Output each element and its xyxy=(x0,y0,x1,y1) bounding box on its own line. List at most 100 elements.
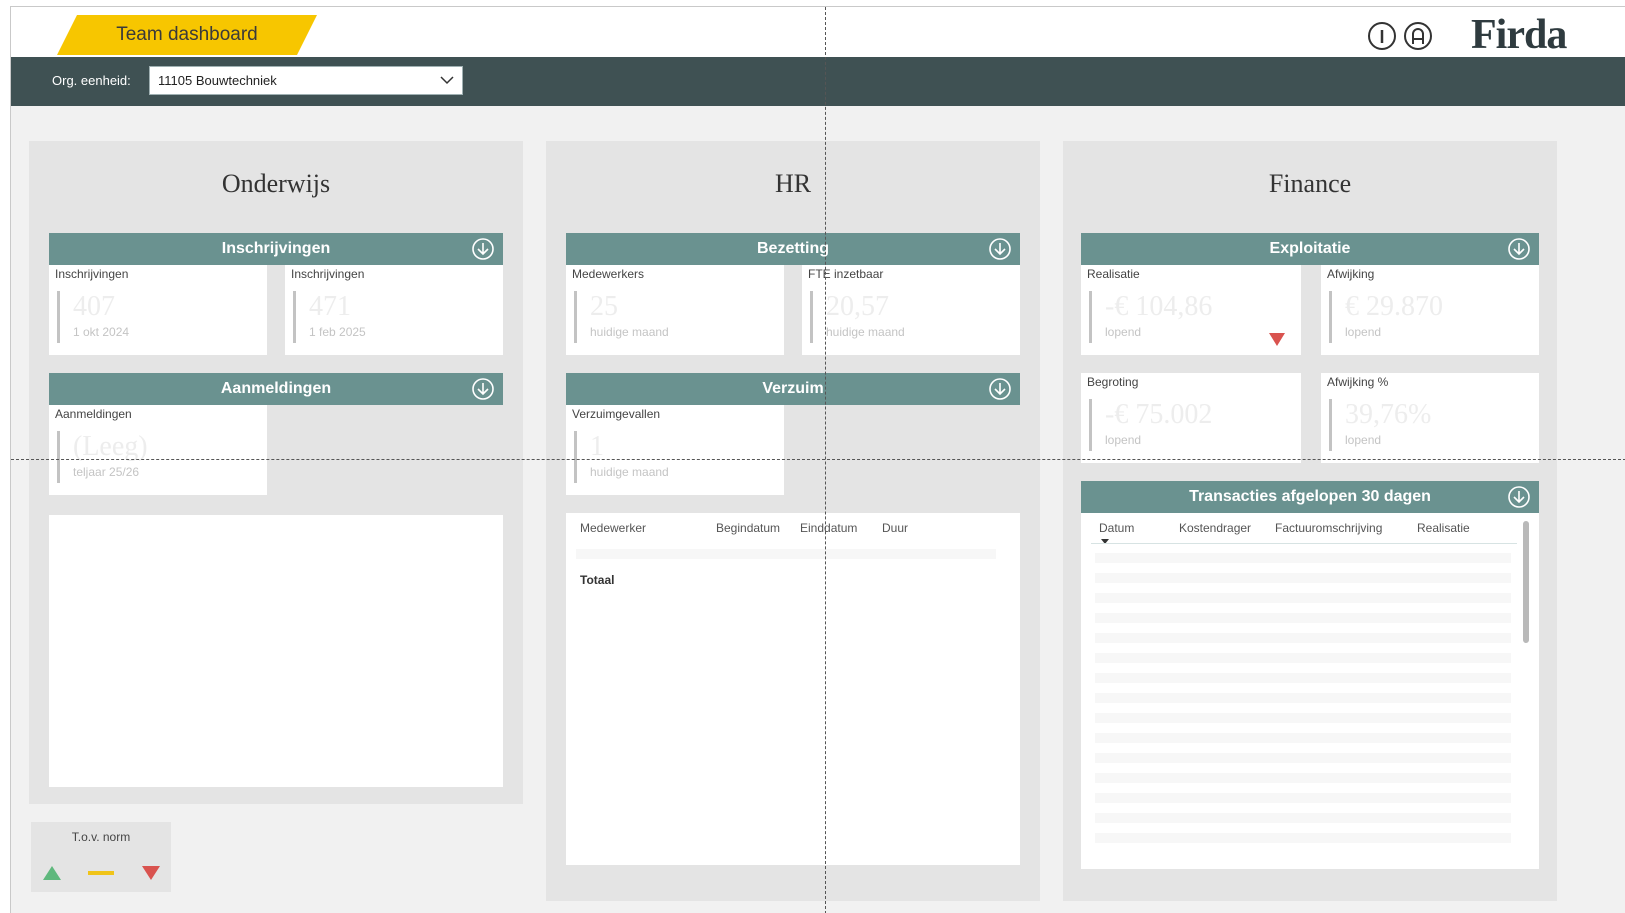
table-row[interactable] xyxy=(1095,613,1511,623)
kpi-value: 20,57 xyxy=(826,291,889,322)
kpi-label: Inschrijvingen xyxy=(291,267,365,281)
top-strip: Team dashboard Firda xyxy=(11,7,1625,58)
finance-title: Finance xyxy=(1268,169,1352,198)
download-icon[interactable] xyxy=(988,237,1012,261)
kpi-bar xyxy=(57,291,60,343)
firda-logo: Firda xyxy=(1471,12,1567,58)
download-icon[interactable] xyxy=(1507,237,1531,261)
hr-title: HR xyxy=(774,169,812,198)
transacties-header-label: Transacties afgelopen 30 dagen xyxy=(1189,488,1431,505)
column-header-datum[interactable]: Datum xyxy=(1099,521,1134,535)
kpi-bar xyxy=(574,291,577,343)
table-scrollbar[interactable] xyxy=(1523,521,1529,643)
table-row[interactable] xyxy=(1095,633,1511,643)
table-total-label: Totaal xyxy=(580,573,615,587)
kpi-bar xyxy=(810,291,813,343)
kpi-sub: 1 feb 2025 xyxy=(309,325,366,339)
kpi-value: € 29.870 xyxy=(1345,291,1443,322)
info-icon[interactable] xyxy=(1366,20,1398,52)
inschrijvingen-header: Inschrijvingen xyxy=(49,233,503,265)
column-header-kostendrager[interactable]: Kostendrager xyxy=(1179,521,1251,535)
horizontal-guide-line xyxy=(11,459,1625,460)
kpi-card-begroting: Begroting -€ 75.002 lopend xyxy=(1081,373,1301,463)
kpi-card-verzuimgevallen: Verzuimgevallen 1 huidige maand xyxy=(566,405,784,495)
kpi-label: Begroting xyxy=(1087,375,1139,389)
kpi-bar xyxy=(574,431,577,483)
kpi-bar xyxy=(1089,399,1092,451)
legend-title: T.o.v. norm xyxy=(71,830,131,844)
kpi-bar xyxy=(1089,291,1092,343)
kpi-sub: lopend xyxy=(1345,433,1382,447)
download-icon[interactable] xyxy=(471,237,495,261)
title-tab[interactable]: Team dashboard xyxy=(57,15,317,55)
kpi-bar xyxy=(1329,399,1332,451)
kpi-card-inschrijvingen-okt: Inschrijvingen 407 1 okt 2024 xyxy=(49,265,267,355)
verzuim-header: Verzuim xyxy=(566,373,1020,405)
finance-panel: Finance Exploitatie Realisatie -€ 104,86… xyxy=(1063,141,1557,901)
exploitatie-header-label: Exploitatie xyxy=(1269,240,1351,257)
kpi-label: Afwijking % xyxy=(1327,375,1389,389)
kpi-sub: huidige maand xyxy=(590,325,669,339)
kpi-card-afwijking-pct: Afwijking % 39,76% lopend xyxy=(1321,373,1539,463)
table-row[interactable] xyxy=(1095,733,1511,743)
verzuim-header-label: Verzuim xyxy=(762,380,824,397)
kpi-card-aanmeldingen: Aanmeldingen (Leeg) teljaar 25/26 xyxy=(49,405,267,495)
kpi-card-realisatie: Realisatie -€ 104,86 lopend xyxy=(1081,265,1301,355)
verzuim-table: Medewerker Begindatum Einddatum Duur Tot… xyxy=(566,513,1020,865)
arrow-down-icon xyxy=(142,866,160,880)
download-icon[interactable] xyxy=(988,377,1012,401)
kpi-sub: teljaar 25/26 xyxy=(73,465,140,479)
table-row[interactable] xyxy=(1095,673,1511,683)
table-row[interactable] xyxy=(1095,653,1511,663)
aanmeldingen-header: Aanmeldingen xyxy=(49,373,503,405)
column-header-duur[interactable]: Duur xyxy=(882,521,908,535)
bezetting-header: Bezetting xyxy=(566,233,1020,265)
kpi-value: 25 xyxy=(590,291,618,322)
vertical-guide-line xyxy=(825,7,826,913)
dashboard-frame: Team dashboard Firda Org. eenheid: 11105… xyxy=(10,6,1625,913)
kpi-sub: huidige maand xyxy=(590,465,669,479)
table-row[interactable] xyxy=(1095,693,1511,703)
column-header-einddatum[interactable]: Einddatum xyxy=(800,521,857,535)
hr-panel: HR Bezetting Medewerkers 25 huidige maan… xyxy=(546,141,1040,901)
kpi-card-fte: FTE inzetbaar 20,57 huidige maand xyxy=(802,265,1020,355)
header-icons xyxy=(1366,20,1434,52)
transacties-table: Datum Kostendrager Factuuromschrijving R… xyxy=(1081,513,1539,869)
kpi-sub: lopend xyxy=(1345,325,1382,339)
kpi-sub: huidige maand xyxy=(826,325,905,339)
table-row[interactable] xyxy=(576,549,996,559)
header-divider xyxy=(1091,543,1517,544)
table-row[interactable] xyxy=(1095,753,1511,763)
column-header-factuuromschrijving[interactable]: Factuuromschrijving xyxy=(1275,521,1382,535)
download-icon[interactable] xyxy=(1507,485,1531,509)
table-row[interactable] xyxy=(1095,593,1511,603)
org-unit-label: Org. eenheid: xyxy=(52,73,131,88)
exploitatie-header: Exploitatie xyxy=(1081,233,1539,265)
kpi-label: Inschrijvingen xyxy=(55,267,129,281)
onderwijs-title: Onderwijs xyxy=(221,169,331,198)
table-row[interactable] xyxy=(1095,773,1511,783)
kpi-bar xyxy=(293,291,296,343)
kpi-bar xyxy=(57,431,60,483)
column-header-medewerker[interactable]: Medewerker xyxy=(580,521,646,535)
table-row[interactable] xyxy=(1095,553,1511,563)
trend-down-icon xyxy=(1269,333,1285,346)
org-unit-dropdown[interactable]: 11105 Bouwtechniek xyxy=(149,66,463,95)
help-icon[interactable] xyxy=(1402,20,1434,52)
table-row[interactable] xyxy=(1095,793,1511,803)
kpi-label: Aanmeldingen xyxy=(55,407,132,421)
filter-bar: Org. eenheid: 11105 Bouwtechniek xyxy=(11,57,1625,106)
arrow-up-icon xyxy=(43,866,61,880)
kpi-value: 407 xyxy=(73,291,115,322)
column-header-begindatum[interactable]: Begindatum xyxy=(716,521,780,535)
table-row[interactable] xyxy=(1095,713,1511,723)
table-row[interactable] xyxy=(1095,813,1511,823)
download-icon[interactable] xyxy=(471,377,495,401)
kpi-value: 39,76% xyxy=(1345,399,1432,430)
table-row[interactable] xyxy=(1095,573,1511,583)
column-header-realisatie[interactable]: Realisatie xyxy=(1417,521,1470,535)
kpi-card-afwijking: Afwijking € 29.870 lopend xyxy=(1321,265,1539,355)
table-row[interactable] xyxy=(1095,833,1511,843)
kpi-bar xyxy=(1329,291,1332,343)
kpi-label: Verzuimgevallen xyxy=(572,407,661,421)
